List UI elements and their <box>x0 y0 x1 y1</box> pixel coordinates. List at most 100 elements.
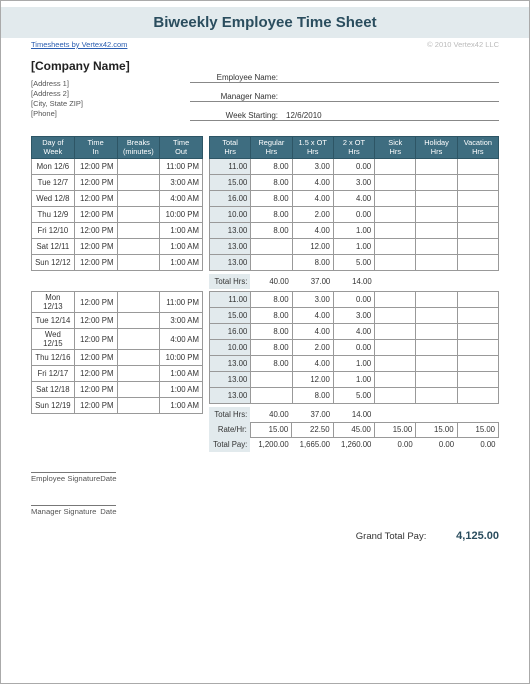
breaks-cell[interactable] <box>117 350 160 366</box>
time-out-cell[interactable]: 4:00 AM <box>160 191 203 207</box>
time-in-cell[interactable]: 12:00 PM <box>74 350 117 366</box>
hours-cell[interactable] <box>457 175 498 191</box>
hours-cell[interactable]: 4.00 <box>292 191 333 207</box>
hours-cell[interactable] <box>416 159 457 175</box>
hours-cell[interactable] <box>416 239 457 255</box>
hours-cell[interactable] <box>375 191 416 207</box>
hours-cell[interactable] <box>375 372 416 388</box>
hours-cell[interactable]: 4.00 <box>292 356 333 372</box>
breaks-cell[interactable] <box>117 313 160 329</box>
time-out-cell[interactable]: 10:00 PM <box>160 207 203 223</box>
hours-cell[interactable]: 4.00 <box>292 308 333 324</box>
hours-cell[interactable] <box>251 239 292 255</box>
hours-cell[interactable]: 8.00 <box>251 223 292 239</box>
time-out-cell[interactable]: 1:00 AM <box>160 223 203 239</box>
breaks-cell[interactable] <box>117 292 160 313</box>
time-out-cell[interactable]: 3:00 AM <box>160 313 203 329</box>
time-out-cell[interactable]: 1:00 AM <box>160 366 203 382</box>
hours-cell[interactable] <box>375 324 416 340</box>
hours-cell[interactable] <box>375 159 416 175</box>
hours-cell[interactable] <box>375 223 416 239</box>
rate-value[interactable]: 15.00 <box>457 422 498 437</box>
hours-cell[interactable] <box>457 159 498 175</box>
time-in-cell[interactable]: 12:00 PM <box>74 223 117 239</box>
hours-cell[interactable] <box>457 356 498 372</box>
hours-cell[interactable]: 3.00 <box>292 292 333 308</box>
hours-cell[interactable]: 1.00 <box>333 372 374 388</box>
hours-cell[interactable]: 8.00 <box>251 308 292 324</box>
hours-cell[interactable] <box>457 292 498 308</box>
hours-cell[interactable]: 8.00 <box>292 255 333 271</box>
time-out-cell[interactable]: 3:00 AM <box>160 175 203 191</box>
hours-cell[interactable]: 4.00 <box>333 191 374 207</box>
rate-value[interactable]: 45.00 <box>333 422 374 437</box>
hours-cell[interactable]: 8.00 <box>251 340 292 356</box>
hours-cell[interactable]: 8.00 <box>251 292 292 308</box>
hours-cell[interactable]: 3.00 <box>333 175 374 191</box>
hours-cell[interactable] <box>375 255 416 271</box>
hours-cell[interactable] <box>416 223 457 239</box>
hours-cell[interactable]: 12.00 <box>292 372 333 388</box>
hours-cell[interactable] <box>375 356 416 372</box>
hours-cell[interactable] <box>251 255 292 271</box>
time-in-cell[interactable]: 12:00 PM <box>74 292 117 313</box>
hours-cell[interactable]: 8.00 <box>251 159 292 175</box>
breaks-cell[interactable] <box>117 255 160 271</box>
hours-cell[interactable] <box>457 191 498 207</box>
breaks-cell[interactable] <box>117 207 160 223</box>
time-out-cell[interactable]: 11:00 PM <box>160 159 203 175</box>
hours-cell[interactable] <box>457 223 498 239</box>
hours-cell[interactable] <box>457 207 498 223</box>
time-in-cell[interactable]: 12:00 PM <box>74 191 117 207</box>
breaks-cell[interactable] <box>117 191 160 207</box>
time-in-cell[interactable]: 12:00 PM <box>74 329 117 350</box>
hours-cell[interactable]: 3.00 <box>333 308 374 324</box>
time-out-cell[interactable]: 1:00 AM <box>160 398 203 414</box>
hours-cell[interactable]: 3.00 <box>292 159 333 175</box>
hours-cell[interactable] <box>416 388 457 404</box>
hours-cell[interactable]: 5.00 <box>333 388 374 404</box>
hours-cell[interactable] <box>416 175 457 191</box>
hours-cell[interactable] <box>375 340 416 356</box>
hours-cell[interactable]: 1.00 <box>333 223 374 239</box>
hours-cell[interactable] <box>375 388 416 404</box>
source-link[interactable]: Timesheets by Vertex42.com <box>31 40 127 49</box>
hours-cell[interactable] <box>416 324 457 340</box>
time-in-cell[interactable]: 12:00 PM <box>74 175 117 191</box>
hours-cell[interactable]: 8.00 <box>251 356 292 372</box>
hours-cell[interactable]: 4.00 <box>292 324 333 340</box>
rate-value[interactable]: 15.00 <box>374 422 415 437</box>
hours-cell[interactable] <box>251 388 292 404</box>
breaks-cell[interactable] <box>117 366 160 382</box>
breaks-cell[interactable] <box>117 159 160 175</box>
hours-cell[interactable]: 8.00 <box>251 175 292 191</box>
hours-cell[interactable] <box>457 239 498 255</box>
time-out-cell[interactable]: 10:00 PM <box>160 350 203 366</box>
hours-cell[interactable] <box>375 175 416 191</box>
hours-cell[interactable]: 0.00 <box>333 207 374 223</box>
breaks-cell[interactable] <box>117 239 160 255</box>
hours-cell[interactable]: 8.00 <box>251 191 292 207</box>
hours-cell[interactable] <box>416 340 457 356</box>
hours-cell[interactable] <box>251 372 292 388</box>
time-in-cell[interactable]: 12:00 PM <box>74 313 117 329</box>
hours-cell[interactable] <box>457 340 498 356</box>
hours-cell[interactable]: 4.00 <box>292 223 333 239</box>
rate-value[interactable]: 15.00 <box>250 422 291 437</box>
hours-cell[interactable] <box>457 324 498 340</box>
hours-cell[interactable]: 12.00 <box>292 239 333 255</box>
hours-cell[interactable]: 2.00 <box>292 340 333 356</box>
time-in-cell[interactable]: 12:00 PM <box>74 255 117 271</box>
time-out-cell[interactable]: 1:00 AM <box>160 382 203 398</box>
time-in-cell[interactable]: 12:00 PM <box>74 382 117 398</box>
hours-cell[interactable] <box>416 308 457 324</box>
hours-cell[interactable] <box>416 356 457 372</box>
hours-cell[interactable]: 1.00 <box>333 239 374 255</box>
hours-cell[interactable] <box>457 308 498 324</box>
week-starting-value[interactable]: 12/6/2010 <box>282 111 499 120</box>
breaks-cell[interactable] <box>117 175 160 191</box>
hours-cell[interactable]: 4.00 <box>292 175 333 191</box>
time-out-cell[interactable]: 1:00 AM <box>160 255 203 271</box>
hours-cell[interactable] <box>457 388 498 404</box>
time-in-cell[interactable]: 12:00 PM <box>74 159 117 175</box>
